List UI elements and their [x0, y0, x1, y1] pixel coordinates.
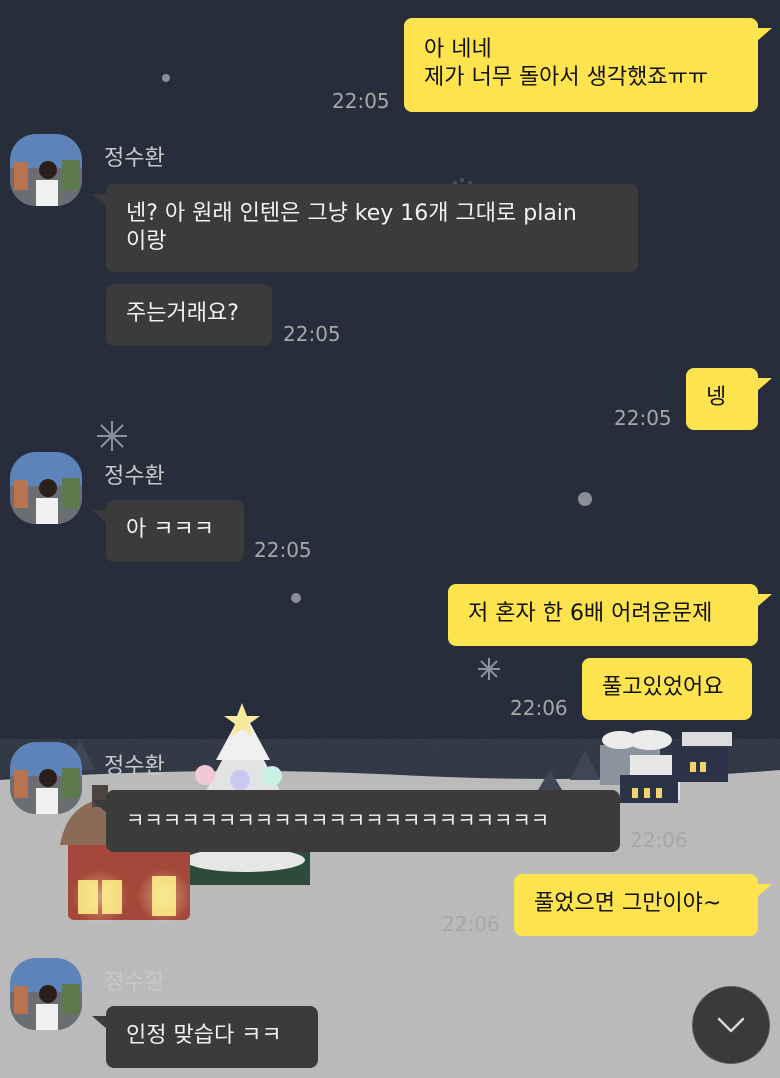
sender-name: 정수환	[104, 464, 165, 489]
my-message-bubble[interactable]: 넹	[686, 368, 758, 430]
bubble-tail	[756, 378, 772, 392]
their-message-bubble[interactable]: 인정 맞습다 ㅋㅋ	[106, 1006, 318, 1068]
bubble-tail	[756, 884, 772, 898]
chevron-down-icon	[717, 1017, 745, 1033]
their-message-bubble[interactable]: 아 ㅋㅋㅋ	[106, 500, 244, 562]
message-text: 넹	[706, 385, 727, 410]
message-timestamp: 22:06	[442, 912, 500, 936]
message-timestamp: 22:06	[510, 696, 568, 720]
snowflake-icon	[97, 421, 127, 451]
bubble-tail	[756, 28, 772, 42]
message-text: 이랑	[126, 229, 167, 254]
message-text: 주는거래요?	[126, 301, 239, 326]
message-timestamp: 22:05	[254, 538, 312, 562]
their-message-bubble[interactable]: 넨? 아 원래 인텐은 그냥 key 16개 그대로 plain 이랑	[106, 184, 638, 272]
message-text: 넨? 아 원래 인텐은 그냥 key 16개 그대로 plain	[126, 201, 577, 226]
message-text: ㅋㅋㅋㅋㅋㅋㅋㅋㅋㅋㅋㅋㅋㅋㅋㅋㅋㅋㅋㅋㅋㅋㅋ	[126, 808, 550, 832]
message-timestamp: 22:05	[614, 406, 672, 430]
my-message-bubble[interactable]: 풀고있었어요	[582, 658, 752, 720]
my-message-bubble[interactable]: 아 네네 제가 너무 돌아서 생각했죠ㅠㅠ	[404, 18, 758, 112]
their-message-bubble[interactable]: 주는거래요?	[106, 284, 272, 346]
avatar[interactable]	[10, 452, 82, 524]
bubble-tail	[92, 194, 108, 208]
avatar[interactable]	[10, 958, 82, 1030]
bubble-tail	[92, 800, 108, 814]
their-message-bubble[interactable]: ㅋㅋㅋㅋㅋㅋㅋㅋㅋㅋㅋㅋㅋㅋㅋㅋㅋㅋㅋㅋㅋㅋㅋ	[106, 790, 620, 852]
message-text: 제가 너무 돌아서 생각했죠ㅠㅠ	[424, 65, 709, 90]
message-timestamp: 22:05	[283, 322, 341, 346]
profile-photo-icon	[10, 134, 82, 206]
bubble-tail	[92, 1016, 108, 1030]
bubble-tail	[756, 594, 772, 608]
message-text: 풀고있었어요	[602, 675, 724, 700]
message-text: 풀었으면 그만이야~	[534, 891, 722, 916]
message-timestamp: 22:05	[332, 89, 390, 113]
message-text: 아 네네	[424, 37, 492, 62]
message-text: 저 혼자 한 6배 어려운문제	[468, 601, 713, 626]
message-text: 아 ㅋㅋㅋ	[126, 517, 214, 542]
avatar[interactable]	[10, 134, 82, 206]
message-timestamp: 22:06	[630, 828, 688, 852]
my-message-bubble[interactable]: 풀었으면 그만이야~	[514, 874, 758, 936]
bubble-tail	[92, 510, 108, 524]
scroll-to-bottom-button[interactable]	[692, 986, 770, 1064]
message-text: 인정 맞습다 ㅋㅋ	[126, 1023, 282, 1048]
sender-name: 정수환	[104, 970, 165, 995]
profile-photo-icon	[10, 452, 82, 524]
snowflake-icon	[478, 658, 500, 680]
sender-name: 정수환	[104, 146, 165, 171]
sender-name: 정수환	[104, 754, 165, 779]
profile-photo-icon	[10, 742, 82, 814]
profile-photo-icon	[10, 958, 82, 1030]
my-message-bubble[interactable]: 저 혼자 한 6배 어려운문제	[448, 584, 758, 646]
avatar[interactable]	[10, 742, 82, 814]
